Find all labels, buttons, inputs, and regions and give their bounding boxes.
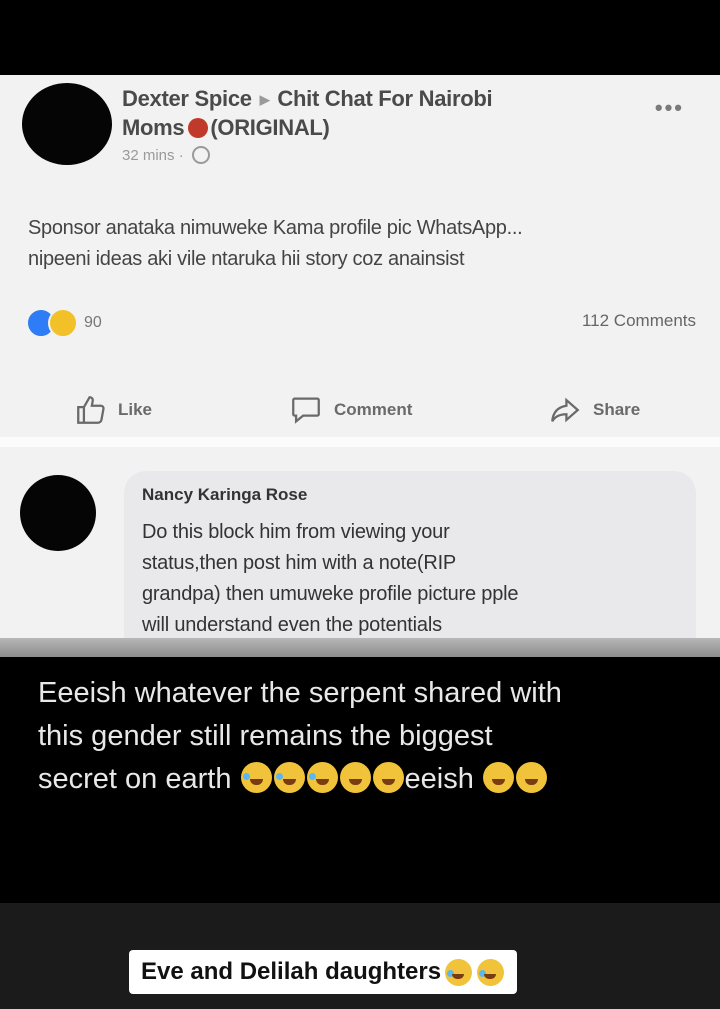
laughing-tears-emoji-icon bbox=[240, 762, 272, 793]
comment-line: will understand even the potentials bbox=[142, 614, 442, 636]
share-arrow-icon bbox=[551, 397, 580, 423]
caption-eeish: eeish bbox=[404, 763, 474, 795]
post-actions: Like Comment Share bbox=[0, 393, 720, 437]
divider bbox=[0, 437, 720, 447]
caption-line: Eeeish whatever the serpent shared with bbox=[38, 677, 562, 709]
group-badge-icon bbox=[188, 118, 209, 139]
more-options-button[interactable]: ••• bbox=[655, 95, 684, 121]
post-text-line: nipeeni ideas aki vile ntaruka hii story… bbox=[28, 248, 465, 270]
arrow-right-icon: ▶ bbox=[259, 92, 270, 108]
share-button[interactable]: Share bbox=[547, 393, 640, 427]
facebook-post-screenshot: Dexter Spice ▶ Chit Chat For Nairobi Moms (… bbox=[0, 75, 720, 657]
card-bottom-shadow bbox=[0, 638, 720, 657]
caption-line: this gender still remains the biggest bbox=[38, 720, 493, 752]
like-button[interactable]: Like bbox=[74, 393, 152, 427]
comment-line: grandpa) then umuweke profile picture pp… bbox=[142, 583, 519, 605]
share-label: Share bbox=[593, 400, 641, 419]
comments-count-link[interactable]: 112 Comments bbox=[582, 311, 696, 331]
grinning-emoji-icon bbox=[482, 762, 514, 793]
group-name-cont[interactable]: Moms bbox=[122, 115, 185, 140]
grinning-emoji-icon bbox=[339, 762, 371, 793]
post-text-line: Sponsor anataka nimuweke Kama profile pi… bbox=[28, 217, 523, 239]
grinning-emoji-icon bbox=[372, 762, 404, 793]
grinning-emoji-icon bbox=[515, 762, 547, 793]
globe-icon bbox=[191, 146, 210, 165]
comment-line: Do this block him from viewing your bbox=[142, 521, 450, 543]
laughing-tears-emoji-icon bbox=[306, 762, 338, 793]
reactions-summary[interactable]: 90 bbox=[26, 308, 102, 338]
comment-label: Comment bbox=[334, 400, 413, 419]
comment-author[interactable]: Nancy Karinga Rose bbox=[142, 485, 307, 505]
group-tag: (ORIGINAL) bbox=[210, 115, 330, 141]
post-header: Dexter Spice ▶ Chit Chat For Nairobi Moms (… bbox=[122, 86, 493, 165]
group-name[interactable]: Chit Chat For Nairobi bbox=[277, 86, 492, 111]
redacted-commenter-avatar bbox=[20, 475, 96, 551]
caption-line: secret on earth bbox=[38, 763, 232, 795]
laughing-tears-emoji-icon bbox=[273, 762, 305, 793]
comment-bubble-icon bbox=[292, 397, 320, 424]
comment-text: Do this block him from viewing your stat… bbox=[142, 517, 682, 641]
reaction-count: 90 bbox=[84, 314, 102, 331]
thumbs-up-icon bbox=[77, 396, 105, 424]
author-name[interactable]: Dexter Spice bbox=[122, 86, 252, 111]
comment-line: status,then post him with a note(RIP bbox=[142, 552, 457, 574]
like-label: Like bbox=[118, 400, 153, 419]
laughing-tears-emoji-icon bbox=[477, 958, 505, 986]
comment-button[interactable]: Comment bbox=[288, 393, 412, 427]
redacted-avatar bbox=[22, 83, 112, 165]
story-caption: Eeeish whatever the serpent shared with … bbox=[38, 672, 708, 801]
sticker-text: Eve and Delilah daughters bbox=[141, 958, 442, 985]
laughing-tears-emoji-icon bbox=[445, 958, 473, 986]
post-time[interactable]: 32 mins bbox=[122, 147, 175, 164]
post-body: Sponsor anataka nimuweke Kama profile pi… bbox=[28, 213, 708, 275]
haha-reaction-icon bbox=[48, 308, 78, 338]
text-sticker: Eve and Delilah daughters bbox=[129, 950, 518, 994]
